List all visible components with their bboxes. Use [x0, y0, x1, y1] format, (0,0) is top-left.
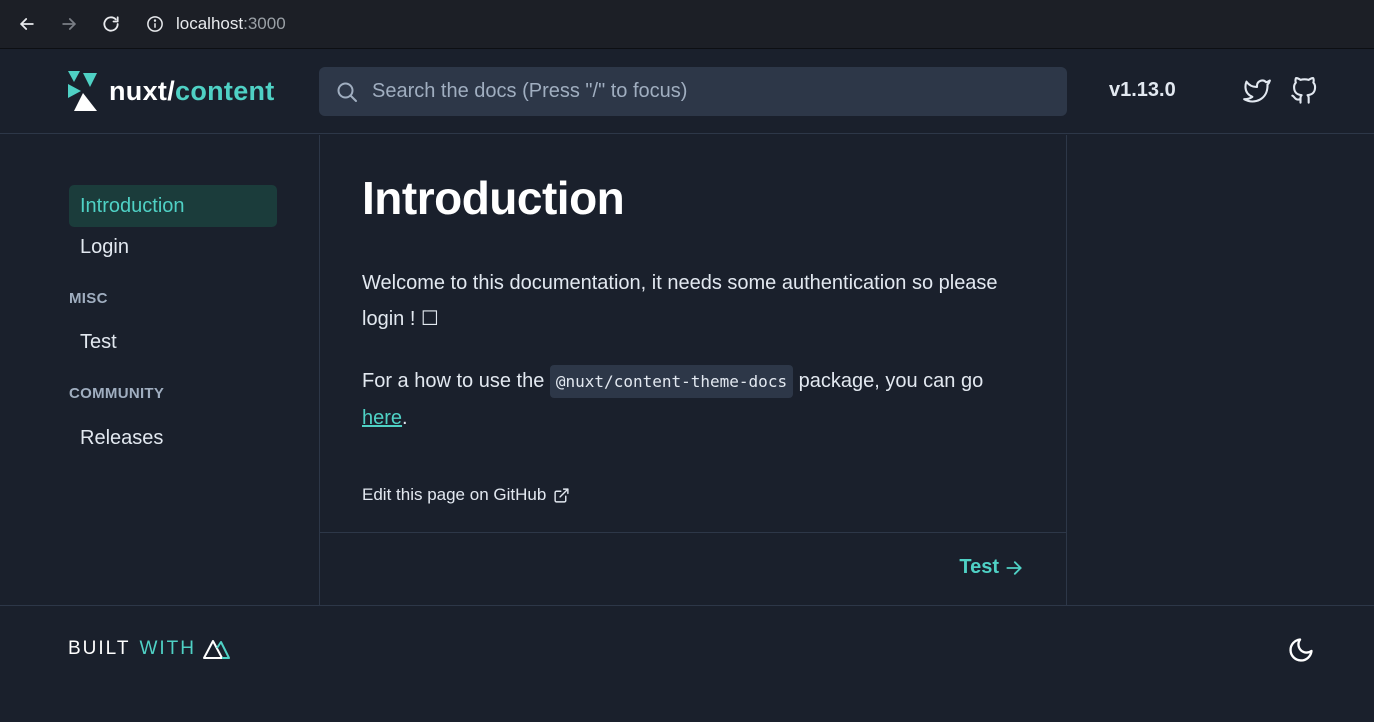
logo-text: nuxt/content: [109, 75, 275, 106]
sidebar-item-login[interactable]: Login: [69, 226, 277, 268]
back-arrow-icon: [20, 18, 34, 30]
usage-paragraph: For a how to use the @nuxt/content-theme…: [362, 363, 1022, 436]
reload-icon: [103, 16, 119, 32]
github-link[interactable]: [1290, 77, 1318, 105]
sidebar-item-introduction[interactable]: Introduction: [69, 185, 277, 227]
url-port: :3000: [243, 14, 286, 33]
forward-button[interactable]: [48, 0, 90, 49]
built-with-nuxt-link[interactable]: BUILT WITH: [68, 638, 230, 660]
version-label: v1.13.0: [1109, 79, 1176, 101]
with-label: WITH: [139, 638, 196, 659]
sidebar-section-community: COMMUNITY: [69, 385, 165, 402]
main-content: Introduction Welcome to this documentati…: [319, 135, 1067, 605]
back-button[interactable]: [6, 0, 48, 49]
here-link[interactable]: here: [362, 407, 402, 429]
search-input[interactable]: [372, 80, 1052, 103]
sidebar: Introduction Login MISC Test COMMUNITY R…: [0, 135, 319, 605]
reload-button[interactable]: [90, 0, 132, 49]
site-logo[interactable]: nuxt/content: [68, 71, 275, 111]
forward-arrow-icon: [62, 18, 76, 30]
external-link-icon: [553, 487, 570, 504]
edit-link-label: Edit this page on GitHub: [362, 485, 547, 504]
next-page-label: Test: [959, 556, 999, 578]
browser-toolbar: localhost:3000: [0, 0, 1374, 49]
built-label: BUILT: [68, 638, 131, 659]
arrow-right-icon: [1004, 558, 1024, 578]
sidebar-item-releases[interactable]: Releases: [69, 417, 277, 459]
content-divider: [320, 532, 1066, 533]
page-title: Introduction: [362, 172, 625, 224]
info-icon[interactable]: [146, 15, 164, 33]
edit-on-github-link[interactable]: Edit this page on GitHub: [362, 485, 570, 505]
moon-icon: [1289, 638, 1313, 662]
nuxt-logo-icon: [202, 638, 230, 660]
url-host: localhost: [176, 14, 244, 33]
intro-paragraph: Welcome to this documentation, it needs …: [362, 272, 998, 330]
search-icon: [335, 80, 359, 104]
next-page-link[interactable]: Test: [959, 556, 1024, 579]
address-bar[interactable]: localhost:3000: [146, 14, 286, 34]
color-mode-toggle[interactable]: [1287, 636, 1315, 664]
site-footer: BUILT WITH: [0, 605, 1374, 722]
twitter-icon: [1243, 79, 1271, 103]
search-bar[interactable]: [319, 67, 1067, 116]
site-header: nuxt/content v1.13.0: [0, 50, 1374, 134]
package-code: @nuxt/content-theme-docs: [549, 365, 794, 398]
github-icon: [1291, 77, 1317, 104]
nuxt-content-logo-icon: [68, 71, 98, 111]
sidebar-item-test[interactable]: Test: [69, 321, 277, 363]
twitter-link[interactable]: [1243, 77, 1271, 105]
sidebar-section-misc: MISC: [69, 290, 108, 307]
